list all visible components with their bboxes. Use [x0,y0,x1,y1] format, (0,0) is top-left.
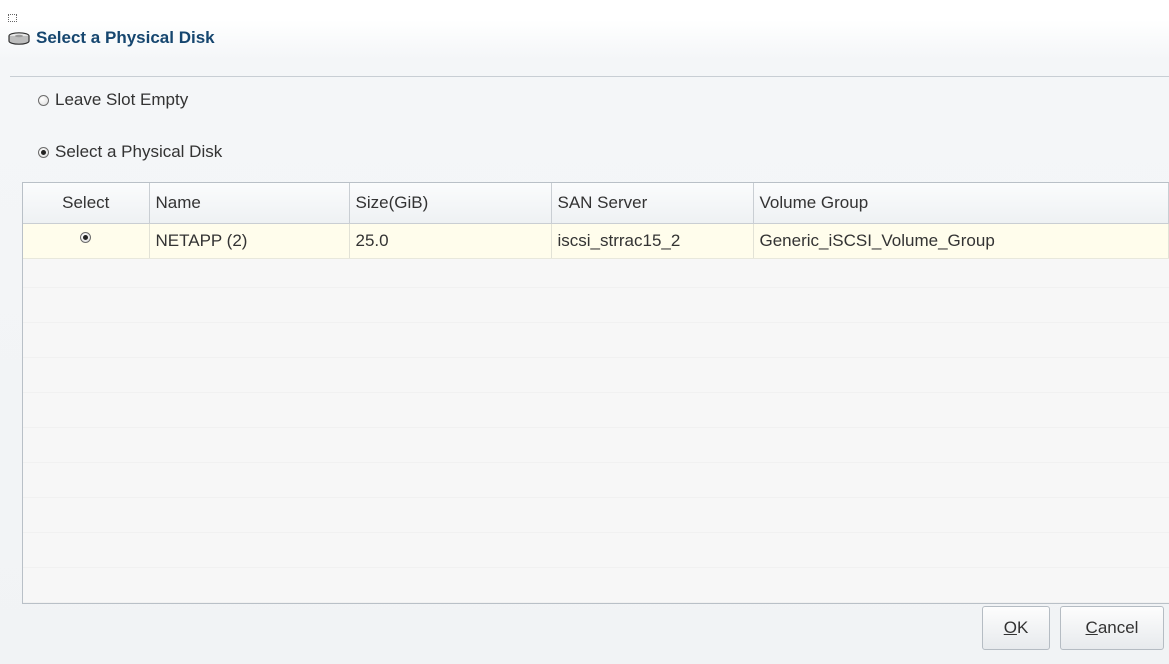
select-physical-disk-radio[interactable] [38,146,49,158]
select-physical-disk-dialog: Select a Physical Disk Leave Slot Empty … [0,0,1169,664]
cancel-mnemonic: C [1085,618,1098,637]
select-physical-disk-option[interactable]: Select a Physical Disk [38,142,222,162]
dialog-header: Select a Physical Disk [8,24,215,52]
leave-slot-empty-radio[interactable] [38,94,49,106]
san-server-cell: iscsi_strrac15_2 [551,223,754,259]
header-divider [10,76,1169,77]
ok-button[interactable]: OK [982,606,1050,650]
cancel-label-rest: ancel [1097,618,1139,637]
table-row[interactable]: NETAPP (2) 25.0 iscsi_strrac15_2 Generic… [23,223,1169,259]
table-header-row: Select Name Size(GiB) SAN Server Volume … [23,183,1169,224]
row-select-radio[interactable] [80,232,92,244]
focus-indicator [8,14,17,22]
physical-disk-table: Select Name Size(GiB) SAN Server Volume … [22,182,1169,604]
leave-slot-empty-option[interactable]: Leave Slot Empty [38,90,188,110]
leave-slot-empty-label: Leave Slot Empty [55,90,189,109]
column-header-volume-group[interactable]: Volume Group [753,183,1169,224]
cancel-button[interactable]: Cancel [1060,606,1164,650]
ok-label-rest: K [1016,618,1029,637]
column-header-select[interactable]: Select [23,183,150,224]
disk-icon [8,31,30,45]
column-header-size[interactable]: Size(GiB) [349,183,552,224]
column-header-name[interactable]: Name [149,183,350,224]
disk-name-cell: NETAPP (2) [149,223,350,259]
ok-mnemonic: O [1003,618,1017,637]
column-header-san-server[interactable]: SAN Server [551,183,754,224]
row-select-cell[interactable] [23,223,150,259]
select-physical-disk-label: Select a Physical Disk [55,142,223,161]
disk-size-cell: 25.0 [349,223,552,259]
dialog-title: Select a Physical Disk [36,28,215,47]
volume-group-cell: Generic_iSCSI_Volume_Group [753,223,1169,259]
